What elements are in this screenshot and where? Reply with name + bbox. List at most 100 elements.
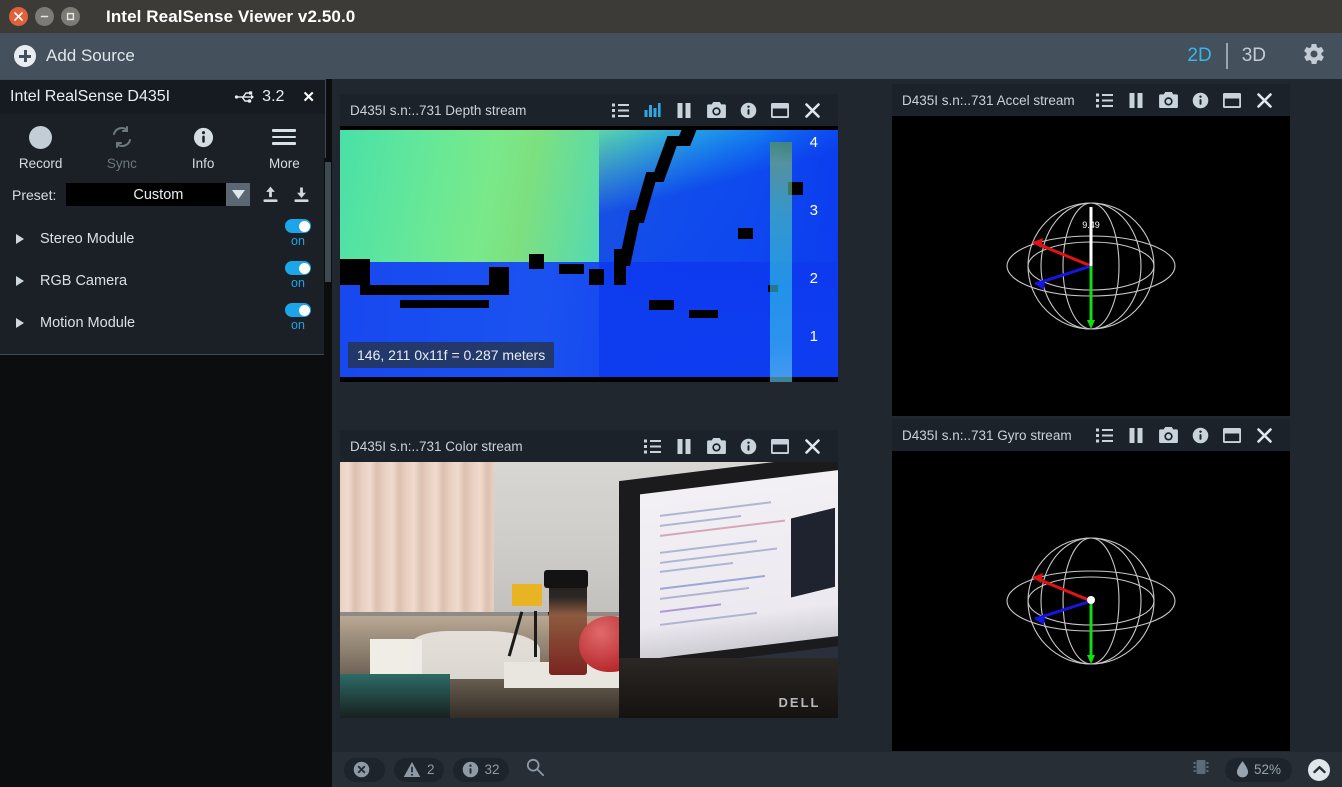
accel-stream-panel: D435I s.n:..731 Accel stream 9.49 bbox=[892, 84, 1290, 416]
maximize-window-icon[interactable] bbox=[1216, 84, 1248, 116]
preset-dropdown[interactable]: Custom bbox=[66, 183, 251, 206]
gyro-motion-widget bbox=[892, 451, 1290, 751]
accel-stream-title: D435I s.n:..731 Accel stream bbox=[902, 92, 1075, 108]
color-stream-title: D435I s.n:..731 Color stream bbox=[350, 438, 523, 454]
more-button[interactable]: More bbox=[244, 124, 325, 171]
info-circle-icon[interactable] bbox=[1184, 419, 1216, 451]
pause-icon[interactable] bbox=[1120, 84, 1152, 116]
sync-button[interactable]: Sync bbox=[81, 124, 162, 171]
depth-stream-body[interactable]: 4 3 2 1 0 146, 211 0x11f = 0.287 meters bbox=[340, 126, 838, 382]
triangle-right-icon[interactable] bbox=[16, 276, 24, 286]
gyro-stream-body[interactable] bbox=[892, 451, 1290, 751]
sync-label: Sync bbox=[106, 156, 137, 171]
hamburger-menu-icon bbox=[272, 124, 297, 150]
preset-row: Preset: Custom bbox=[0, 177, 325, 218]
close-icon[interactable] bbox=[796, 94, 828, 126]
colorbar-tick: 3 bbox=[809, 202, 818, 219]
chevron-up-circle-icon[interactable] bbox=[1308, 758, 1330, 781]
module-row-stereo[interactable]: Stereo Module on bbox=[12, 218, 313, 260]
maximize-window-icon[interactable] bbox=[1216, 419, 1248, 451]
chevron-down-icon[interactable] bbox=[226, 183, 251, 206]
snapshot-camera-icon[interactable] bbox=[1152, 84, 1184, 116]
minimize-icon[interactable] bbox=[35, 7, 54, 26]
add-source-button[interactable]: Add Source bbox=[0, 45, 135, 67]
module-row-rgb[interactable]: RGB Camera on bbox=[12, 260, 313, 302]
upload-icon[interactable] bbox=[260, 184, 281, 205]
device-panel: Intel RealSense D435I 3.2 ✕ Record Sync … bbox=[0, 79, 326, 355]
depth-colorbar-ticks: 4 3 2 1 0 bbox=[798, 134, 824, 382]
status-bar-right: 52% bbox=[1193, 757, 1330, 782]
info-button[interactable]: Info bbox=[163, 124, 244, 171]
snapshot-camera-icon[interactable] bbox=[700, 94, 732, 126]
device-header: Intel RealSense D435I 3.2 ✕ bbox=[0, 80, 325, 114]
info-chip[interactable]: 32 bbox=[452, 757, 509, 782]
module-toggle-rgb[interactable]: on bbox=[285, 261, 311, 290]
depth-stream-header: D435I s.n:..731 Depth stream bbox=[340, 94, 838, 126]
usb-indicator: 3.2 bbox=[234, 88, 284, 106]
metrics-chart-icon[interactable] bbox=[636, 94, 668, 126]
color-stream-header: D435I s.n:..731 Color stream bbox=[340, 430, 838, 462]
info-circle-icon[interactable] bbox=[732, 94, 764, 126]
triangle-right-icon[interactable] bbox=[16, 318, 24, 328]
accel-stream-controls bbox=[1088, 84, 1280, 116]
stream-options-list-icon[interactable] bbox=[636, 430, 668, 462]
usb-version: 3.2 bbox=[262, 88, 285, 105]
toggle-switch[interactable] bbox=[285, 261, 311, 275]
download-icon[interactable] bbox=[291, 184, 312, 205]
close-icon[interactable] bbox=[796, 430, 828, 462]
sidebar-scrollbar[interactable] bbox=[324, 158, 332, 787]
accel-stream-body[interactable]: 9.49 bbox=[892, 116, 1290, 416]
tab-2d[interactable]: 2D bbox=[1173, 45, 1225, 67]
color-image: DELL bbox=[340, 462, 838, 718]
sync-arrows-icon bbox=[110, 124, 134, 150]
maximize-icon[interactable] bbox=[61, 7, 80, 26]
error-circle-icon bbox=[353, 761, 370, 778]
snapshot-camera-icon[interactable] bbox=[700, 430, 732, 462]
temperature-indicator[interactable]: 52% bbox=[1224, 757, 1292, 782]
triangle-right-icon[interactable] bbox=[16, 234, 24, 244]
snapshot-camera-icon[interactable] bbox=[1152, 419, 1184, 451]
close-icon[interactable] bbox=[1248, 84, 1280, 116]
maximize-window-icon[interactable] bbox=[764, 430, 796, 462]
colorbar-tick: 4 bbox=[809, 134, 818, 151]
stream-options-list-icon[interactable] bbox=[604, 94, 636, 126]
main-toolbar: Add Source 2D 3D bbox=[0, 33, 1342, 79]
error-chip[interactable] bbox=[344, 757, 385, 782]
stream-area: D435I s.n:..731 Depth stream 4 3 2 1 146… bbox=[332, 79, 1342, 787]
preset-value: Custom bbox=[133, 186, 184, 203]
depth-image: 4 3 2 1 0 146, 211 0x11f = 0.287 meters bbox=[340, 126, 838, 382]
colorbar-tick: 1 bbox=[809, 328, 818, 345]
tab-3d[interactable]: 3D bbox=[1228, 45, 1280, 67]
gyro-stream-panel: D435I s.n:..731 Gyro stream bbox=[892, 419, 1290, 751]
stream-options-list-icon[interactable] bbox=[1088, 84, 1120, 116]
gyro-stream-title: D435I s.n:..731 Gyro stream bbox=[902, 427, 1072, 443]
toggle-switch[interactable] bbox=[285, 303, 311, 317]
device-actions: Record Sync Info More bbox=[0, 114, 325, 177]
pause-icon[interactable] bbox=[668, 94, 700, 126]
warning-chip[interactable]: 2 bbox=[394, 757, 444, 782]
usb-icon bbox=[235, 91, 255, 103]
gyro-orientation-sphere bbox=[1006, 537, 1176, 665]
toggle-switch[interactable] bbox=[285, 219, 311, 233]
close-icon[interactable] bbox=[9, 7, 28, 26]
info-circle-icon[interactable] bbox=[1184, 84, 1216, 116]
module-toggle-stereo[interactable]: on bbox=[285, 219, 311, 248]
search-icon[interactable] bbox=[526, 758, 544, 781]
pause-icon[interactable] bbox=[1120, 419, 1152, 451]
view-mode-controls: 2D 3D bbox=[1173, 42, 1342, 71]
module-toggle-motion[interactable]: on bbox=[285, 303, 311, 332]
record-button[interactable]: Record bbox=[0, 124, 81, 171]
record-label: Record bbox=[18, 156, 63, 171]
accel-orientation-sphere: 9.49 bbox=[1006, 202, 1176, 330]
color-stream-panel: D435I s.n:..731 Color stream DELL bbox=[340, 430, 838, 718]
add-source-label: Add Source bbox=[46, 46, 135, 65]
close-icon[interactable]: ✕ bbox=[302, 90, 315, 105]
gear-icon[interactable] bbox=[1302, 42, 1326, 71]
maximize-window-icon[interactable] bbox=[764, 94, 796, 126]
stream-options-list-icon[interactable] bbox=[1088, 419, 1120, 451]
pause-icon[interactable] bbox=[668, 430, 700, 462]
color-stream-body[interactable]: DELL bbox=[340, 462, 838, 718]
info-circle-icon[interactable] bbox=[732, 430, 764, 462]
module-row-motion[interactable]: Motion Module on bbox=[12, 302, 313, 344]
close-icon[interactable] bbox=[1248, 419, 1280, 451]
